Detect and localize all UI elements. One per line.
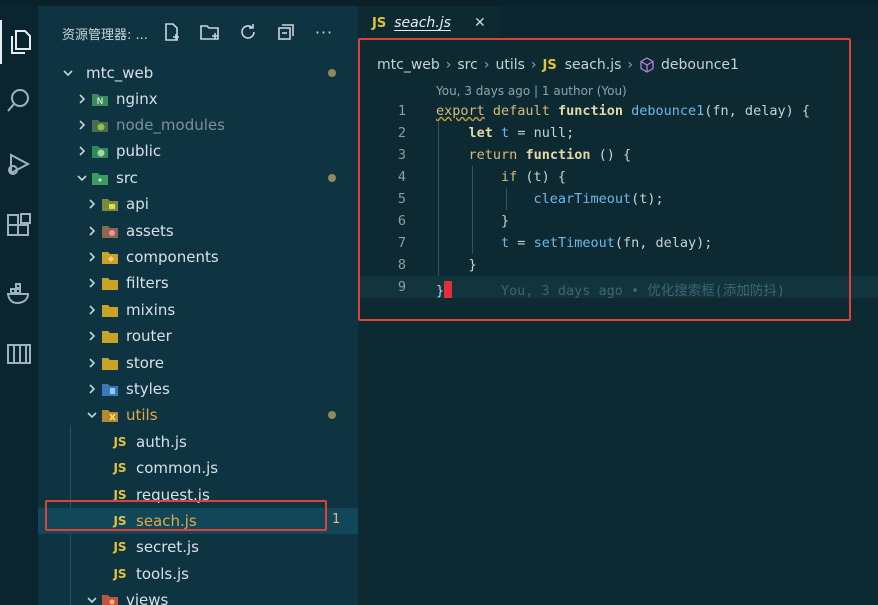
- file-tree-item-label: styles: [126, 380, 170, 398]
- search-icon[interactable]: [0, 78, 38, 122]
- modified-indicator-dot: [328, 411, 336, 419]
- collapse-all-icon[interactable]: [274, 20, 298, 44]
- components-folder-icon: [100, 249, 120, 265]
- file-tree-item-label: src: [116, 169, 138, 187]
- utils-folder-icon: [100, 407, 120, 423]
- folder-icon: [100, 302, 120, 318]
- new-folder-icon[interactable]: [198, 20, 222, 44]
- file-tree-item-label: store: [126, 354, 164, 372]
- editor-tab-bar: JS seach.js ✕: [358, 6, 878, 40]
- nginx-folder-icon: N: [90, 91, 110, 107]
- new-file-icon[interactable]: [160, 20, 184, 44]
- file-tree-folder-item[interactable]: api: [38, 191, 358, 217]
- chevron-right-icon[interactable]: [84, 249, 100, 265]
- folder-icon: [100, 355, 120, 371]
- src-folder-icon: [90, 170, 110, 186]
- explorer-toolbar: ···: [160, 20, 336, 44]
- file-tree-item-label: node_modules: [116, 116, 225, 134]
- file-tree-folder-item[interactable]: Nnginx: [38, 86, 358, 112]
- docker-icon[interactable]: [0, 272, 38, 316]
- code-highlight-box: [358, 38, 851, 321]
- file-tree-item-label: secret.js: [136, 538, 199, 556]
- chevron-right-icon[interactable]: [74, 91, 90, 107]
- file-tree-folder-item[interactable]: mtc_web: [38, 60, 358, 86]
- chevron-right-icon[interactable]: [84, 275, 100, 291]
- modified-indicator-dot: [328, 174, 336, 182]
- run-debug-icon[interactable]: [0, 142, 38, 186]
- styles-folder-icon: [100, 381, 120, 397]
- file-tree-item-label: router: [126, 327, 172, 345]
- chevron-right-icon[interactable]: [84, 328, 100, 344]
- file-tree-folder-item[interactable]: src: [38, 165, 358, 191]
- file-tree-item-label: api: [126, 195, 149, 213]
- file-tree-folder-item[interactable]: assets: [38, 218, 358, 244]
- chevron-right-icon[interactable]: [84, 302, 100, 318]
- chevron-right-icon[interactable]: [84, 223, 100, 239]
- selected-file-highlight-box: [45, 500, 327, 531]
- file-tree-folder-item[interactable]: views: [38, 587, 358, 605]
- tab-seach-js[interactable]: JS seach.js ✕: [358, 6, 500, 40]
- chevron-right-icon[interactable]: [74, 117, 90, 133]
- api-folder-icon: [100, 196, 120, 212]
- js-file-icon: JS: [113, 461, 127, 475]
- file-tree-folder-item[interactable]: styles: [38, 376, 358, 402]
- file-tree-file-item[interactable]: JS secret.js: [38, 534, 358, 560]
- folder-icon: [100, 275, 120, 291]
- assets-folder-icon: [100, 223, 120, 239]
- views-folder-icon: [100, 592, 120, 605]
- file-tree-folder-item[interactable]: store: [38, 350, 358, 376]
- tab-label: seach.js: [394, 15, 451, 31]
- file-tree-folder-item[interactable]: router: [38, 323, 358, 349]
- js-file-icon: JS: [113, 435, 127, 449]
- file-tree-item-label: common.js: [136, 459, 219, 477]
- explorer-icon[interactable]: [0, 20, 38, 64]
- file-tree-item-label: public: [116, 142, 162, 160]
- tab-close-icon[interactable]: ✕: [474, 15, 486, 31]
- svg-text:N: N: [97, 97, 104, 107]
- file-tree-folder-item[interactable]: components: [38, 244, 358, 270]
- file-tree-file-item[interactable]: JS common.js: [38, 455, 358, 481]
- modified-indicator-dot: [328, 69, 336, 77]
- explorer-title: 资源管理器: ...: [62, 28, 148, 43]
- chevron-right-icon[interactable]: [84, 196, 100, 212]
- node-folder-icon: [90, 117, 110, 133]
- explorer-header: 资源管理器: ... ···: [38, 6, 358, 46]
- file-tree-item-label: components: [126, 248, 219, 266]
- js-file-icon: JS: [372, 15, 387, 31]
- chevron-down-icon[interactable]: [60, 65, 76, 81]
- chevron-down-icon[interactable]: [84, 592, 100, 605]
- refresh-icon[interactable]: [236, 20, 260, 44]
- file-tree-item-label: mixins: [126, 301, 176, 319]
- file-tree-item-label: utils: [126, 406, 158, 424]
- file-tree-item-label: filters: [126, 274, 169, 292]
- problem-count-badge: 1: [332, 512, 341, 527]
- file-tree-file-item[interactable]: JS auth.js: [38, 429, 358, 455]
- chevron-right-icon[interactable]: [84, 355, 100, 371]
- file-tree-folder-item[interactable]: filters: [38, 270, 358, 296]
- file-tree-item-label: nginx: [116, 90, 158, 108]
- chevron-down-icon[interactable]: [84, 407, 100, 423]
- more-actions-icon[interactable]: ···: [312, 20, 336, 44]
- file-tree-folder-item[interactable]: node_modules: [38, 112, 358, 138]
- file-tree-item-label: views: [126, 591, 169, 605]
- file-tree-item-label: auth.js: [136, 433, 187, 451]
- file-tree-item-label: tools.js: [136, 565, 189, 583]
- activity-bar: [0, 6, 38, 605]
- file-tree-folder-item[interactable]: mixins: [38, 297, 358, 323]
- extensions-icon[interactable]: [0, 204, 38, 248]
- chevron-right-icon[interactable]: [84, 381, 100, 397]
- chevron-right-icon[interactable]: [74, 143, 90, 159]
- js-file-icon: JS: [113, 567, 127, 581]
- file-tree-file-item[interactable]: JS tools.js: [38, 561, 358, 587]
- database-icon[interactable]: [0, 332, 38, 376]
- chevron-down-icon[interactable]: [74, 170, 90, 186]
- file-tree-item-label: assets: [126, 222, 174, 240]
- file-tree-folder-item[interactable]: public: [38, 138, 358, 164]
- public-folder-icon: [90, 143, 110, 159]
- js-file-icon: JS: [113, 540, 127, 554]
- folder-icon: [100, 328, 120, 344]
- file-tree-folder-item[interactable]: utils: [38, 402, 358, 428]
- file-tree-item-label: mtc_web: [86, 64, 154, 82]
